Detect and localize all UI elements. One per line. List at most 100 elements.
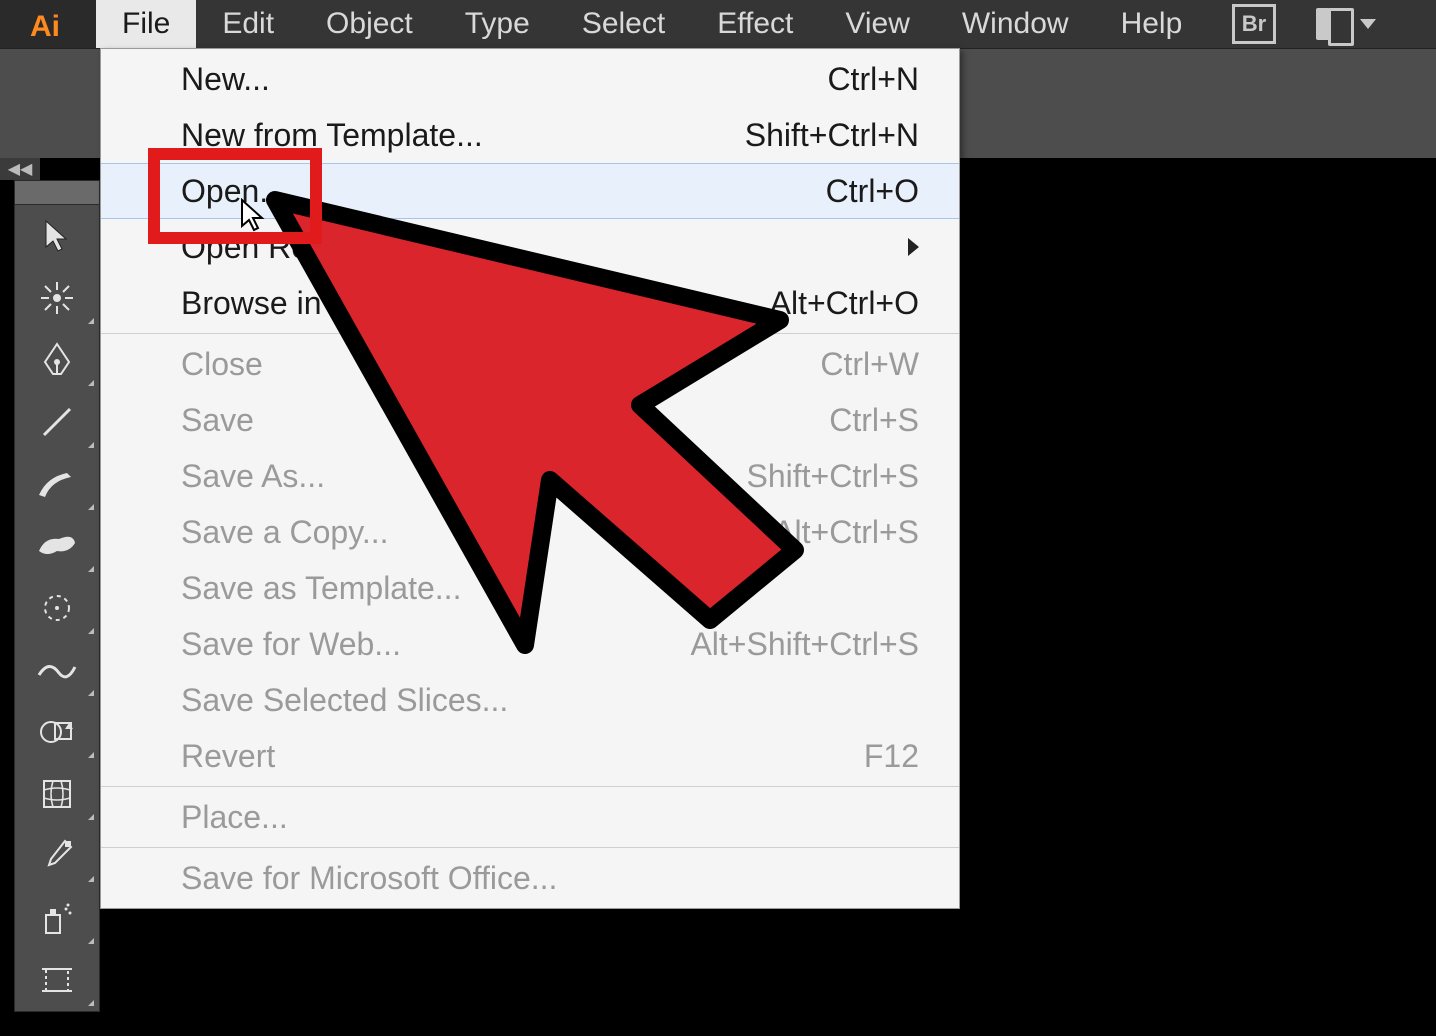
magic-wand-tool[interactable] [15,267,99,329]
line-diagonal-icon [40,405,74,439]
menu-object-label: Object [326,7,413,41]
spray-can-icon [40,901,74,935]
menuitem-open[interactable]: Open... Ctrl+O [101,163,959,219]
menuitem-save-as-label: Save As... [181,458,325,495]
menuitem-browse-bridge[interactable]: Browse in Bridge... Alt+Ctrl+O [101,275,959,331]
menuitem-close-shortcut: Ctrl+W [820,346,919,383]
blob-brush-tool[interactable] [15,515,99,577]
menuitem-new-from-template[interactable]: New from Template... Shift+Ctrl+N [101,107,959,163]
menubar-right: Br [1232,4,1436,44]
menuitem-save-copy: Save a Copy... Alt+Ctrl+S [101,504,959,560]
magic-wand-icon [39,280,75,316]
line-segment-tool[interactable] [15,391,99,453]
cursor-arrow-icon [42,219,72,253]
menu-window-label: Window [962,7,1069,41]
menuitem-save-ms-office-label: Save for Microsoft Office... [181,860,557,897]
menuitem-new-from-template-label: New from Template... [181,117,483,154]
rotate-icon [40,591,74,625]
eyedropper-icon [41,839,73,873]
menuitem-open-recent[interactable]: Open Recent Files [101,219,959,275]
menuitem-save-shortcut: Ctrl+S [829,402,919,439]
toolbar-header [15,181,99,205]
rotate-tool[interactable] [15,577,99,639]
menu-edit-label: Edit [222,7,274,41]
paintbrush-icon [37,467,77,501]
menu-help-label: Help [1121,7,1183,41]
shape-builder-icon [39,717,75,747]
canvas-area [960,48,1436,1036]
menuitem-save-for-web-shortcut: Alt+Shift+Ctrl+S [690,626,919,663]
menuitem-save-as-shortcut: Shift+Ctrl+S [746,458,919,495]
menu-help[interactable]: Help [1095,0,1209,48]
menuitem-save-as: Save As... Shift+Ctrl+S [101,448,959,504]
menuitem-revert-label: Revert [181,738,275,775]
menuitem-save-template-label: Save as Template... [181,570,461,607]
file-menu-dropdown: New... Ctrl+N New from Template... Shift… [100,48,960,909]
blob-brush-icon [37,531,77,561]
menuitem-new[interactable]: New... Ctrl+N [101,51,959,107]
paintbrush-tool[interactable] [15,453,99,515]
menuitem-close-label: Close [181,346,263,383]
menu-effect[interactable]: Effect [691,0,819,48]
menuitem-new-from-template-shortcut: Shift+Ctrl+N [745,117,919,154]
selection-tool[interactable] [15,205,99,267]
free-transform-tool[interactable] [15,701,99,763]
width-tool[interactable] [15,639,99,701]
menuitem-revert: Revert F12 [101,728,959,784]
menu-type[interactable]: Type [439,0,556,48]
menubar: Ai File Edit Object Type Select Effect V… [0,0,1436,48]
pen-nib-icon [41,342,73,378]
menu-view-label: View [845,7,909,41]
menuitem-save-for-web-label: Save for Web... [181,626,401,663]
menuitem-revert-shortcut: F12 [864,738,919,775]
pen-tool[interactable] [15,329,99,391]
menuitem-close: Close Ctrl+W [101,336,959,392]
menu-view[interactable]: View [819,0,935,48]
artboard-icon [40,965,74,995]
width-wave-icon [37,655,77,685]
tools-panel [14,180,100,1012]
menuitem-save-template: Save as Template... [101,560,959,616]
illustrator-logo-icon: Ai [28,6,68,42]
menuitem-place: Place... [101,789,959,845]
menuitem-save-label: Save [181,402,254,439]
bridge-badge-icon[interactable]: Br [1232,4,1276,44]
menu-type-label: Type [465,7,530,41]
menu-file-label: File [122,7,170,41]
workspace-icon [1316,8,1354,40]
menuitem-open-recent-label: Open Recent Files [181,229,446,266]
mesh-grid-icon [41,778,73,810]
workspace-switcher[interactable] [1316,8,1376,40]
bridge-badge-label: Br [1242,11,1266,37]
menuitem-save-copy-shortcut: Alt+Ctrl+S [773,514,919,551]
menuitem-new-label: New... [181,61,270,98]
app-logo: Ai [0,0,96,48]
eyedropper-tool[interactable] [15,825,99,887]
menuitem-open-label: Open... [181,173,286,210]
chevron-down-icon [1360,19,1376,29]
menuitem-save-copy-label: Save a Copy... [181,514,389,551]
menu-edit[interactable]: Edit [196,0,300,48]
menu-object[interactable]: Object [300,0,439,48]
menuitem-open-shortcut: Ctrl+O [826,173,919,210]
menuitem-browse-bridge-shortcut: Alt+Ctrl+O [770,285,919,322]
menuitem-browse-bridge-label: Browse in Bridge... [181,285,450,322]
menuitem-save: Save Ctrl+S [101,392,959,448]
menuitem-save-ms-office: Save for Microsoft Office... [101,850,959,906]
submenu-arrow-icon [908,238,919,256]
artboard-tool[interactable] [15,949,99,1011]
menuitem-save-slices: Save Selected Slices... [101,672,959,728]
menu-select-label: Select [582,7,665,41]
menu-window[interactable]: Window [936,0,1095,48]
menuitem-save-slices-label: Save Selected Slices... [181,682,508,719]
symbol-sprayer-tool[interactable] [15,887,99,949]
menuitem-new-shortcut: Ctrl+N [827,61,919,98]
mesh-tool[interactable] [15,763,99,825]
menu-items: File Edit Object Type Select Effect View… [96,0,1208,48]
menu-select[interactable]: Select [556,0,691,48]
panel-collapse-toggle[interactable]: ◀◀ [0,158,40,180]
svg-text:Ai: Ai [30,10,60,42]
menuitem-place-label: Place... [181,799,288,836]
menuitem-save-for-web: Save for Web... Alt+Shift+Ctrl+S [101,616,959,672]
menu-file[interactable]: File [96,0,196,48]
